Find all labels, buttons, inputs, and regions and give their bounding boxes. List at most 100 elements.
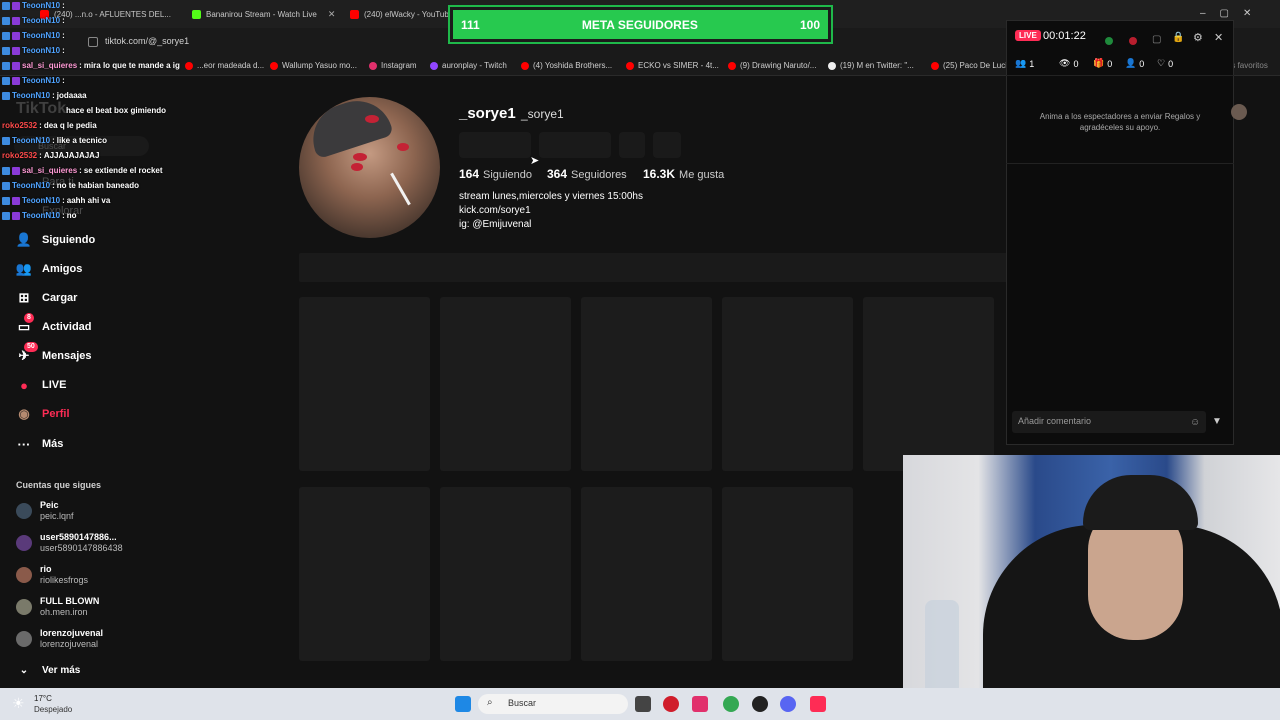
badge-icon [2, 136, 10, 145]
video-card[interactable] [299, 487, 430, 661]
comment-input[interactable]: Añadir comentario [1012, 411, 1206, 433]
share-button[interactable] [653, 132, 681, 158]
video-card[interactable] [581, 487, 712, 661]
bookmark-item[interactable]: Instagram [369, 61, 417, 70]
followed-account[interactable]: Peic peic.lqnf [16, 500, 74, 522]
taskbar-search[interactable]: Buscar [478, 694, 628, 714]
avatar[interactable] [1231, 104, 1247, 120]
badge-icon [2, 61, 10, 70]
viewers-stat: 👥 1 [1015, 58, 1035, 69]
window-controls[interactable]: –▢✕ [1200, 8, 1265, 19]
tiktok-icon[interactable] [810, 696, 826, 712]
sidebar-item-friends[interactable]: 👥 Amigos [16, 261, 82, 277]
activity-icon: ▭ 8 [16, 313, 34, 335]
app-icon[interactable] [663, 696, 679, 712]
followers-stat[interactable]: 364 Seguidores [547, 167, 627, 181]
record-icon[interactable] [1129, 37, 1137, 45]
browser-tab[interactable]: Bananirou Stream - Watch Live ✕ [192, 4, 337, 24]
sidebar-item-more[interactable]: ··· Más [16, 436, 64, 452]
live-timer: 00:01:22 [1043, 30, 1086, 42]
video-card[interactable] [863, 297, 994, 471]
followed-account[interactable]: rio riolikesfrogs [16, 564, 88, 586]
video-card[interactable] [581, 297, 712, 471]
following-stat[interactable]: 164 Siguiendo [459, 167, 532, 181]
new-followers-stat: 👤 0 [1125, 58, 1145, 69]
lock-icon[interactable]: 🔒 [1172, 32, 1184, 43]
instagram-icon[interactable] [692, 696, 708, 712]
chat-message: TeoonN10: [2, 76, 67, 85]
badge-icon [2, 181, 10, 190]
video-card[interactable] [299, 297, 430, 471]
chrome-icon[interactable] [723, 696, 739, 712]
bookmark-item[interactable]: auronplay - Twitch [430, 61, 507, 70]
search-icon: ⌕ [487, 697, 493, 708]
sidebar-item-messages[interactable]: ✈ 50 Mensajes [16, 342, 92, 364]
see-more-button[interactable]: ⌄ Ver más [16, 662, 81, 678]
video-card[interactable] [722, 297, 853, 471]
kiss-mark [365, 115, 379, 123]
settings-icon[interactable]: ⚙ [1193, 31, 1203, 44]
status-dot-icon [1105, 37, 1113, 45]
close-icon[interactable]: ✕ [328, 9, 336, 20]
badge-icon [12, 196, 20, 205]
bookmark-item[interactable]: (4) Yoshida Brothers... [521, 61, 612, 70]
x-icon [828, 61, 836, 70]
weather-condition[interactable]: Despejado [34, 705, 72, 714]
message-icon: ✈ 50 [16, 342, 38, 364]
followed-account[interactable]: lorenzojuvenal lorenzojuvenal [16, 628, 103, 650]
site-info-icon[interactable] [88, 37, 98, 47]
start-icon[interactable] [455, 696, 471, 712]
url-field[interactable]: tiktok.com/@_sorye1 [105, 36, 189, 46]
avatar: ◉ [18, 406, 30, 421]
edit-profile-button[interactable] [459, 132, 531, 158]
video-card[interactable] [722, 487, 853, 661]
notification-badge: 50 [24, 342, 38, 352]
bookmark-item[interactable]: (25) Paco De Luci... [931, 61, 1014, 70]
filter-icon[interactable]: ▼ [1212, 416, 1222, 427]
bookmark-item[interactable]: (9) Drawing Naruto/... [728, 61, 816, 70]
discord-icon[interactable] [780, 696, 796, 712]
sidebar-item-activity[interactable]: ▭ 8 Actividad [16, 313, 92, 335]
video-card[interactable] [440, 297, 571, 471]
tiktok-logo[interactable]: TikTok [16, 100, 66, 118]
mouse-pointer-icon: ➤ [530, 155, 540, 167]
emoji-icon[interactable]: ☺ [1190, 417, 1200, 428]
screen-icon[interactable]: ▢ [1152, 34, 1161, 45]
divider [1006, 163, 1234, 164]
badge-icon [12, 46, 20, 55]
badge-icon [12, 211, 20, 220]
eye-icon: 👁 [1059, 58, 1071, 68]
bookmark-item[interactable]: ...eor madeada d... [185, 61, 264, 70]
kiss-mark [397, 143, 409, 151]
followed-account[interactable]: FULL BLOWN oh.men.iron [16, 596, 99, 618]
weather-temp[interactable]: 17°C [34, 694, 52, 703]
chat-message: TeoonN10: [2, 1, 67, 10]
profile-avatar[interactable] [299, 97, 440, 238]
sidebar-item-upload[interactable]: ⊞ Cargar [16, 290, 78, 306]
views-stat: 👁 0 [1059, 58, 1079, 69]
bookmark-item[interactable]: ECKO vs SIMER - 4t... [626, 61, 719, 70]
profile-bio-line: stream lunes,miercoles y viernes 15:00hs [459, 191, 643, 202]
settings-button[interactable] [619, 132, 645, 158]
notification-badge: 8 [24, 313, 34, 323]
followed-account[interactable]: user5890147886... user5890147886438 [16, 532, 123, 554]
bookmark-item[interactable]: Wallump Yasuo mo... [270, 61, 357, 70]
browser-tab[interactable]: (240) elWacky - YouTube [350, 4, 450, 24]
video-card[interactable] [440, 487, 571, 661]
badge-icon [2, 76, 10, 85]
weather-icon: ☀ [12, 695, 25, 711]
promote-button[interactable] [539, 132, 611, 158]
close-icon[interactable]: ✕ [1214, 31, 1223, 44]
profile-bio-line: ig: @Emijuvenal [459, 219, 532, 230]
avatar [16, 599, 32, 615]
sidebar-item-profile[interactable]: ◉ Perfil [16, 406, 69, 422]
sidebar-item-live[interactable]: ● LIVE [16, 377, 66, 393]
bookmark-item[interactable]: (19) M en Twitter: "... [828, 61, 914, 70]
chat-message: TeoonN10: jodaaaa [2, 91, 87, 100]
sidebar-item-following[interactable]: 👤 Siguiendo [16, 232, 95, 248]
task-view-icon[interactable] [635, 696, 651, 712]
likes-stat: 16.3K Me gusta [643, 167, 725, 181]
divider [1006, 75, 1234, 76]
obs-icon[interactable] [752, 696, 768, 712]
profile-bio-link[interactable]: kick.com/sorye1 [459, 205, 531, 216]
